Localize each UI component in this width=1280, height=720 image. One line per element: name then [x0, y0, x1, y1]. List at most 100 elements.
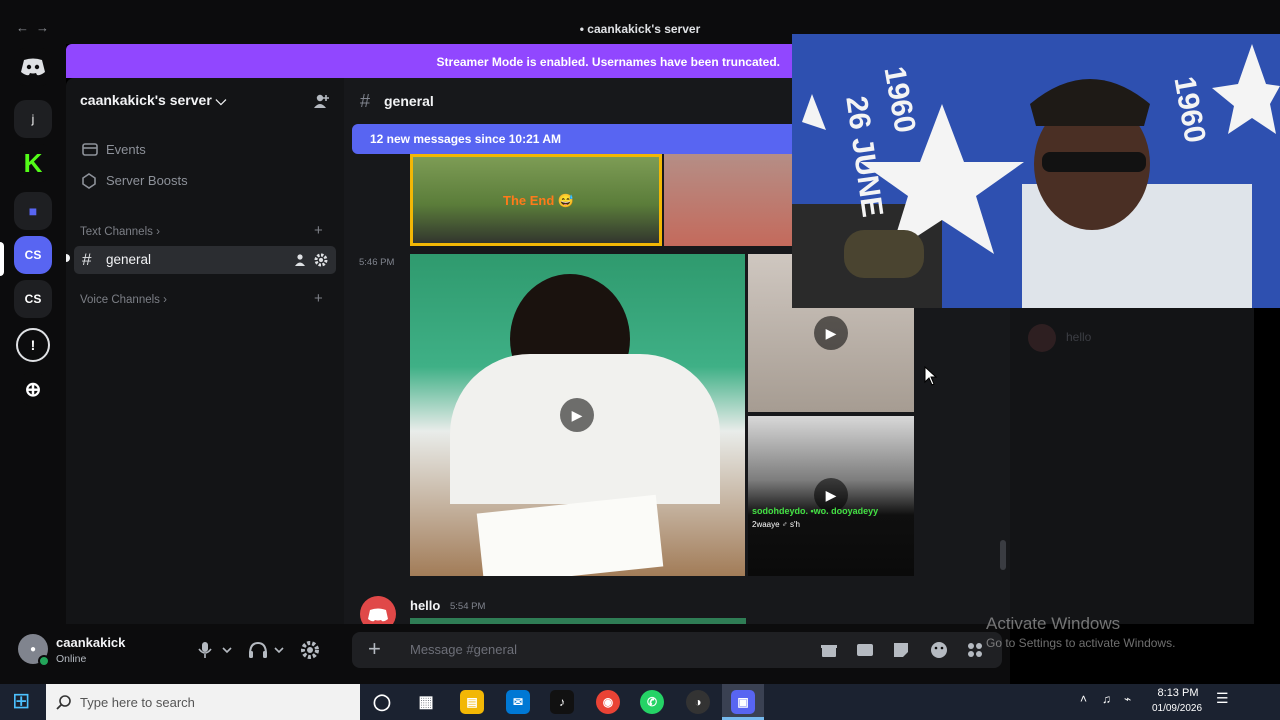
- play-button-icon[interactable]: ▶: [560, 398, 594, 432]
- app-glyph: ♪: [559, 695, 565, 709]
- user-status: Online: [56, 653, 87, 665]
- alert-icon[interactable]: !: [16, 328, 50, 362]
- chrome-icon[interactable]: ◉: [596, 690, 620, 714]
- alert-label: !: [30, 337, 36, 353]
- server-indicator-icon: •: [579, 22, 584, 36]
- member-list-panel: hello: [1010, 308, 1254, 624]
- headphones-icon[interactable]: [248, 641, 288, 659]
- show-hidden-icons-icon[interactable]: ˄: [1080, 692, 1087, 706]
- unread-pill: [66, 254, 70, 262]
- channel-name: general: [106, 252, 152, 267]
- server-rail: j K ■ CS CS ! ⊕: [0, 44, 66, 684]
- server-icon-cs[interactable]: CS: [14, 280, 52, 318]
- streamer-mode-banner: Streamer Mode is enabled. Usernames have…: [66, 44, 792, 78]
- text-channels-category[interactable]: Text Channels ›: [80, 226, 160, 238]
- app-glyph: ◑: [694, 695, 702, 709]
- composer-toolbar: [820, 641, 990, 661]
- chat-scrollbar-thumb[interactable]: [1000, 540, 1006, 570]
- server-boosts-item[interactable]: Server Boosts: [106, 173, 188, 188]
- app-glyph: ▣: [737, 695, 749, 709]
- gift-icon[interactable]: [820, 641, 838, 659]
- apps-icon[interactable]: [966, 641, 984, 659]
- direct-messages-button[interactable]: [14, 48, 52, 86]
- server-label: CS: [24, 248, 42, 262]
- clock-time[interactable]: 8:13 PM: [1150, 687, 1206, 699]
- server-icon-cs-active[interactable]: CS: [14, 236, 52, 274]
- banner-text: Streamer Mode is enabled. Usernames have…: [436, 55, 780, 69]
- mail-icon[interactable]: ✉: [506, 690, 530, 714]
- message-author[interactable]: hello: [410, 598, 440, 613]
- events-item[interactable]: Events: [106, 142, 146, 157]
- app-glyph: ✆: [646, 695, 658, 709]
- network-icon[interactable]: ⌁: [1124, 692, 1131, 706]
- channel-header-name: general: [384, 93, 434, 109]
- channel-settings-gear-icon[interactable]: [314, 253, 328, 267]
- voice-channels-category[interactable]: Voice Channels ›: [80, 294, 167, 306]
- message-timestamp: 5:46 PM: [359, 257, 395, 268]
- video-attachment-caption[interactable]: ▶ sodohdeydo. •wo. dooyadeyy 2waaye ♂ s'…: [748, 416, 914, 576]
- watermark-subtitle: Go to Settings to activate Windows.: [986, 636, 1176, 650]
- webcam-overlay: 1960 26 JUNE 1960: [792, 34, 1280, 308]
- app-glyph: ✉: [512, 695, 524, 709]
- video-attachment-student[interactable]: ▶: [410, 254, 745, 576]
- new-messages-bar[interactable]: 12 new messages since 10:21 AM: [352, 124, 792, 154]
- taskbar-search[interactable]: Type here to search: [46, 684, 360, 720]
- mouse-cursor-icon: [924, 366, 938, 386]
- server-label: K: [23, 147, 43, 178]
- window-title-text: caankakick's server: [587, 22, 701, 36]
- task-view-icon[interactable]: ▦: [414, 690, 438, 714]
- message-input[interactable]: Message #general: [410, 642, 517, 657]
- invite-people-icon[interactable]: [312, 92, 330, 110]
- app-glyph: ◯: [373, 694, 391, 711]
- member-avatar[interactable]: [1028, 324, 1056, 352]
- message-timestamp: 5:54 PM: [450, 601, 486, 612]
- file-explorer-icon[interactable]: ▤: [460, 690, 484, 714]
- search-placeholder: Type here to search: [80, 695, 195, 710]
- member-name[interactable]: hello: [1066, 330, 1091, 344]
- kick-server-icon[interactable]: K: [14, 144, 52, 182]
- discover-label: ⊕: [24, 378, 42, 401]
- whatsapp-icon[interactable]: ✆: [640, 690, 664, 714]
- obs-icon[interactable]: ◑: [686, 690, 710, 714]
- notifications-icon[interactable]: ☰: [1216, 690, 1229, 707]
- microphone-icon[interactable]: [196, 641, 236, 659]
- add-text-channel-icon[interactable]: +: [314, 222, 323, 239]
- add-voice-channel-icon[interactable]: +: [314, 290, 323, 307]
- play-button-icon[interactable]: ▶: [814, 316, 848, 350]
- back-arrow-icon[interactable]: ←: [16, 20, 29, 35]
- microphone-tray-icon[interactable]: ♫: [1102, 692, 1111, 706]
- sticker-image-end[interactable]: The End 😅: [410, 154, 662, 246]
- avatar-glyph: ●: [29, 643, 37, 655]
- channel-sidebar: caankakick's server ⌵ Events Server Boos…: [66, 78, 344, 624]
- search-icon: [56, 695, 71, 710]
- cortana-icon[interactable]: ◯: [370, 690, 394, 714]
- user-settings-gear-icon[interactable]: [300, 640, 320, 660]
- discord-taskbar-icon[interactable]: ▣: [731, 690, 755, 714]
- server-label: j: [31, 112, 35, 126]
- discover-icon[interactable]: ⊕: [16, 372, 50, 406]
- new-messages-text: 12 new messages since 10:21 AM: [370, 132, 561, 146]
- sticker-caption: The End 😅: [503, 193, 575, 208]
- boost-icon: [82, 173, 96, 189]
- paper-shape: [476, 494, 664, 576]
- server-name-header[interactable]: caankakick's server ⌵: [80, 92, 226, 109]
- create-invite-icon[interactable]: [294, 253, 308, 267]
- watermark-title: Activate Windows: [986, 614, 1121, 633]
- server-icon-j[interactable]: j: [14, 100, 52, 138]
- app-glyph: ▤: [466, 695, 478, 709]
- username[interactable]: caankakick: [56, 635, 125, 650]
- clock-date[interactable]: 01/09/2026: [1144, 703, 1210, 714]
- window-title: • caankakick's server: [530, 22, 750, 36]
- start-button-icon[interactable]: ⊞: [12, 688, 30, 714]
- hash-icon: #: [82, 250, 92, 269]
- folder-icon[interactable]: ■: [14, 192, 52, 230]
- sticker-icon[interactable]: [892, 641, 910, 659]
- active-server-pill: [0, 242, 4, 276]
- forward-arrow-icon[interactable]: →: [36, 20, 49, 35]
- emoji-icon[interactable]: [930, 641, 948, 659]
- embedded-image-street[interactable]: [664, 154, 794, 246]
- tiktok-icon[interactable]: ♪: [550, 690, 574, 714]
- discord-logo-icon: [21, 58, 45, 76]
- gif-icon[interactable]: [856, 641, 874, 659]
- upload-plus-icon[interactable]: +: [368, 636, 381, 662]
